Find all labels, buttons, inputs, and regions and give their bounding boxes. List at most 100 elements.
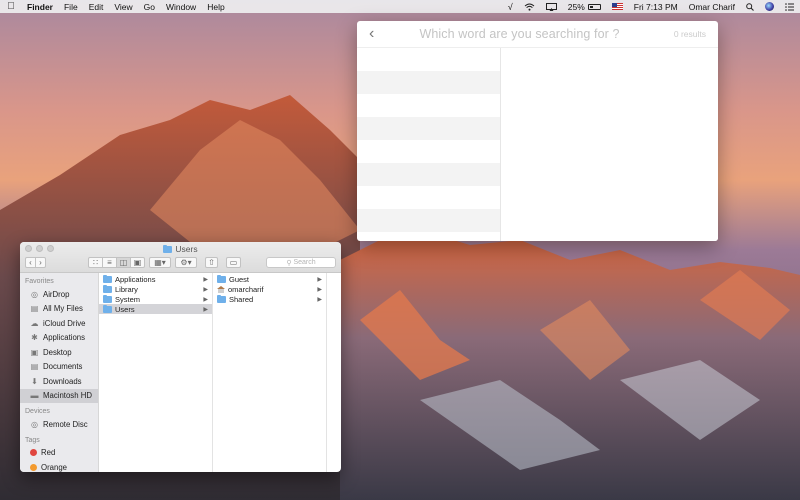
result-row xyxy=(357,140,500,163)
sidebar-section-tags: Tags xyxy=(25,436,40,444)
list-item-label: Shared xyxy=(229,294,254,304)
list-item-applications[interactable]: Applications ▶ xyxy=(99,274,212,284)
sidebar-item-label: AirDrop xyxy=(43,289,70,299)
menu-file[interactable]: File xyxy=(64,2,78,12)
sidebar-item-label: Red xyxy=(41,448,56,458)
search-icon: ⚲ xyxy=(286,259,292,267)
window-title: Users xyxy=(20,244,341,254)
list-item-users[interactable]: Users ▶ xyxy=(99,304,212,314)
sidebar-section-devices: Devices xyxy=(25,408,50,415)
menu-help[interactable]: Help xyxy=(207,2,224,12)
sidebar-item-documents[interactable]: ▤ Documents xyxy=(20,360,98,375)
result-row xyxy=(357,186,500,209)
folder-icon xyxy=(103,274,112,283)
all-files-icon: ▤ xyxy=(30,304,39,314)
menu-go[interactable]: Go xyxy=(144,2,155,12)
spotlight-search-icon[interactable] xyxy=(746,0,754,13)
siri-icon[interactable] xyxy=(765,2,774,11)
list-item-guest[interactable]: Guest ▶ xyxy=(213,274,326,284)
sidebar-item-desktop[interactable]: ▣ Desktop xyxy=(20,345,98,360)
word-search-input[interactable]: Which word are you searching for ? xyxy=(383,27,656,41)
gallery-view-icon[interactable]: ▣ xyxy=(130,257,145,268)
menu-user-name[interactable]: Omar Charif xyxy=(689,2,735,12)
sidebar-item-tag-red[interactable]: Red xyxy=(20,446,98,461)
hard-drive-icon: ▬ xyxy=(30,391,39,401)
back-chevron-icon[interactable]: ‹ xyxy=(369,26,383,42)
sidebar-item-label: Remote Disc xyxy=(43,419,88,429)
list-item-label: omarcharif xyxy=(228,284,264,294)
sidebar-item-label: Applications xyxy=(43,333,86,343)
list-view-icon[interactable]: ≡ xyxy=(102,257,117,268)
applications-icon: ✱ xyxy=(31,333,38,343)
finder-toolbar: ‹ › ∷ ≡ ◫ ▣ ▦▾ ⚙▾ ⇧ ▭ ⚲ Search xyxy=(25,256,336,269)
sidebar-item-tag-orange[interactable]: Orange xyxy=(20,460,98,472)
sidebar-section-favorites: Favorites xyxy=(25,278,54,285)
forward-button[interactable]: › xyxy=(35,257,46,268)
window-title-text: Users xyxy=(175,244,198,254)
share-icon[interactable]: ⇧ xyxy=(205,257,218,268)
battery-status[interactable]: 25% xyxy=(568,2,601,12)
list-item-omarcharif[interactable]: omarcharif ▶ xyxy=(213,284,326,294)
finder-search-input[interactable]: ⚲ Search xyxy=(266,257,336,268)
icon-view-icon[interactable]: ∷ xyxy=(88,257,103,268)
list-item-label: System xyxy=(115,294,141,304)
chevron-right-icon: ▶ xyxy=(317,276,322,283)
airplay-icon[interactable] xyxy=(545,0,557,13)
sidebar-item-label: iCloud Drive xyxy=(43,318,86,328)
column-root: Applications ▶ Library ▶ System ▶ Users … xyxy=(99,273,213,472)
folder-icon xyxy=(217,274,226,283)
menu-view[interactable]: View xyxy=(114,2,132,12)
document-icon: ▤ xyxy=(30,362,39,372)
sidebar-item-downloads[interactable]: ⬇ Downloads xyxy=(20,374,98,389)
sidebar-item-all-my-files[interactable]: ▤ All My Files xyxy=(20,302,98,317)
list-item-label: Library xyxy=(115,284,138,294)
finder-window: Users ‹ › ∷ ≡ ◫ ▣ ▦▾ ⚙▾ ⇧ ▭ ⚲ Search Fav… xyxy=(20,242,341,472)
notification-center-icon[interactable] xyxy=(785,0,794,13)
sidebar-item-remote-disc[interactable]: ◎ Remote Disc xyxy=(20,417,98,432)
sidebar-item-label: Documents xyxy=(43,362,83,372)
column-view-icon[interactable]: ◫ xyxy=(116,257,131,268)
menu-bar:  Finder File Edit View Go Window Help √… xyxy=(0,0,800,13)
sidebar-item-label: All My Files xyxy=(43,304,83,314)
sidebar-item-macintosh-hd[interactable]: ▬ Macintosh HD xyxy=(20,388,98,403)
gear-action-icon[interactable]: ⚙▾ xyxy=(175,257,197,268)
chevron-right-icon: ▶ xyxy=(203,306,208,313)
dictionary-checkmark-icon[interactable]: √ xyxy=(508,0,513,13)
cloud-icon: ☁ xyxy=(30,318,39,328)
menu-app-name[interactable]: Finder xyxy=(27,2,53,12)
menu-window[interactable]: Window xyxy=(166,2,196,12)
input-source-flag-icon[interactable] xyxy=(611,3,623,10)
sidebar-item-airdrop[interactable]: ◎ AirDrop xyxy=(20,287,98,302)
result-row xyxy=(357,71,500,94)
apple-menu-icon[interactable]:  xyxy=(6,1,16,12)
menu-clock[interactable]: Fri 7:13 PM xyxy=(634,2,678,12)
desktop-icon: ▣ xyxy=(30,347,39,357)
menu-bar-status: √ 25% Fri 7:13 PM Omar Charif xyxy=(508,0,794,13)
result-row xyxy=(357,94,500,117)
sidebar-item-applications[interactable]: ✱ Applications xyxy=(20,331,98,346)
list-item-label: Applications xyxy=(115,274,156,284)
results-count: 0 results xyxy=(673,29,706,39)
chevron-right-icon: ▶ xyxy=(203,286,208,293)
chevron-right-icon: ▶ xyxy=(317,296,322,303)
tag-icon[interactable]: ▭ xyxy=(226,257,241,268)
orange-tag-icon xyxy=(30,463,37,471)
dictionary-popup: ‹ Which word are you searching for ? 0 r… xyxy=(357,21,718,241)
menu-edit[interactable]: Edit xyxy=(89,2,104,12)
chevron-right-icon: ▶ xyxy=(317,286,322,293)
folder-icon xyxy=(103,304,112,313)
download-icon: ⬇ xyxy=(31,376,38,386)
folder-icon xyxy=(103,284,112,293)
wifi-icon[interactable] xyxy=(524,0,535,13)
battery-icon xyxy=(587,3,601,10)
list-item-system[interactable]: System ▶ xyxy=(99,294,212,304)
list-item-label: Guest xyxy=(229,274,250,284)
finder-titlebar[interactable]: Users ‹ › ∷ ≡ ◫ ▣ ▦▾ ⚙▾ ⇧ ▭ ⚲ Search xyxy=(20,242,341,273)
results-list[interactable] xyxy=(357,48,501,241)
menu-bar-left:  Finder File Edit View Go Window Help xyxy=(6,1,224,12)
sidebar-item-icloud-drive[interactable]: ☁ iCloud Drive xyxy=(20,316,98,331)
list-item-shared[interactable]: Shared ▶ xyxy=(213,294,326,304)
result-row xyxy=(357,117,500,140)
arrange-menu-icon[interactable]: ▦▾ xyxy=(149,257,171,268)
list-item-library[interactable]: Library ▶ xyxy=(99,284,212,294)
